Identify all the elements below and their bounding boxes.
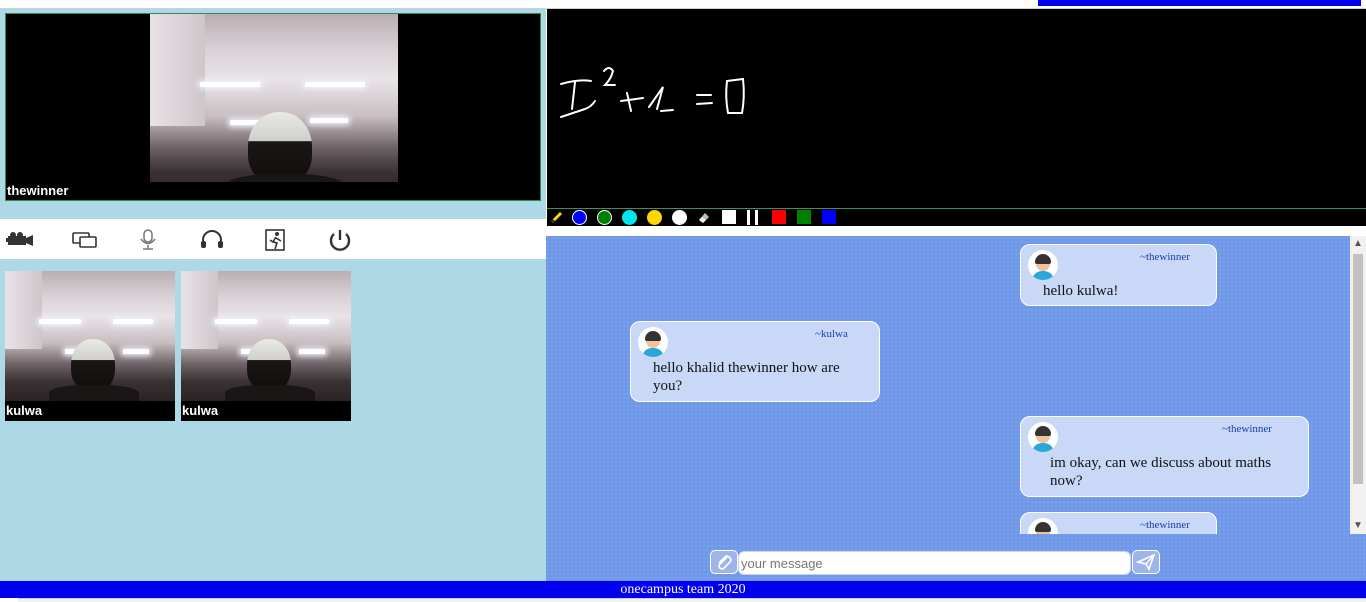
eraser-icon xyxy=(699,213,709,223)
user-avatar-icon xyxy=(1028,422,1058,452)
paperclip-icon xyxy=(718,555,732,570)
power-button[interactable] xyxy=(325,227,355,253)
chat-scrollbar[interactable]: ▲ ▼ xyxy=(1350,236,1366,534)
main-video-feed xyxy=(150,14,398,200)
whiteboard-canvas[interactable] xyxy=(547,9,1366,209)
message-sender: ~thewinner xyxy=(1140,251,1190,263)
message-text: hello kulwa! xyxy=(1043,283,1119,299)
microphone-button[interactable] xyxy=(133,227,163,253)
color-red-square[interactable] xyxy=(772,210,786,224)
screen-share-icon xyxy=(72,232,97,248)
user-avatar-icon xyxy=(638,327,668,357)
send-button[interactable] xyxy=(1132,550,1160,574)
eraser-tool[interactable] xyxy=(697,210,712,225)
chat-panel: ~thewinner hello kulwa! ~kulwa hello kha… xyxy=(546,236,1366,581)
screen-share-button[interactable] xyxy=(70,227,100,253)
message-sender: ~thewinner xyxy=(1140,519,1190,531)
microphone-icon xyxy=(140,229,156,250)
participant-name: kulwa xyxy=(181,401,351,421)
participant-video-feed xyxy=(181,271,351,401)
participant-video-feed xyxy=(5,271,175,401)
attach-file-button[interactable] xyxy=(710,550,738,574)
pencil-icon xyxy=(550,211,563,224)
color-yellow[interactable] xyxy=(647,210,662,225)
call-controls xyxy=(0,219,546,259)
message-sender: ~kulwa xyxy=(815,328,848,340)
participant-name: kulwa xyxy=(5,401,175,421)
chat-message: ~thewinner hello kulwa! xyxy=(1020,244,1217,306)
message-text: im okay, can we discuss about maths now? xyxy=(1050,455,1272,489)
user-avatar-icon xyxy=(1028,250,1058,280)
camera-toggle-button[interactable] xyxy=(5,227,35,253)
video-camera-icon xyxy=(6,232,33,246)
chat-composer xyxy=(546,545,1366,581)
message-text: hello khalid thewinner how are you? xyxy=(653,360,840,394)
color-cyan[interactable] xyxy=(622,210,637,225)
board-separator xyxy=(547,226,1366,236)
white-square-tool[interactable] xyxy=(722,210,736,224)
chat-message: ~kulwa hello khalid thewinner how are yo… xyxy=(630,321,880,402)
footer-text: onecampus team 2020 xyxy=(620,582,746,597)
color-blue[interactable] xyxy=(572,210,587,225)
color-green[interactable] xyxy=(597,210,612,225)
leave-room-button[interactable] xyxy=(261,227,291,253)
video-panel: thewinner kulwa kulwa xyxy=(0,9,546,581)
power-icon xyxy=(329,230,351,251)
message-sender: ~thewinner xyxy=(1222,423,1272,435)
color-blue-square[interactable] xyxy=(822,210,836,224)
paper-plane-icon xyxy=(1136,553,1156,571)
footer: onecampus team 2020 xyxy=(0,581,1366,598)
whiteboard-toolbar xyxy=(547,209,1366,226)
thick-line-tool[interactable] xyxy=(755,210,758,225)
headphones-button[interactable] xyxy=(197,227,227,253)
scroll-down-arrow-icon[interactable]: ▼ xyxy=(1350,518,1366,534)
scroll-up-arrow-icon[interactable]: ▲ xyxy=(1350,236,1366,252)
main-video-participant-name: thewinner xyxy=(6,182,540,200)
user-avatar-icon xyxy=(1028,518,1058,534)
leave-room-icon xyxy=(265,229,285,251)
participant-thumbnail[interactable]: kulwa xyxy=(181,271,351,421)
message-input[interactable] xyxy=(738,551,1131,575)
headphones-icon xyxy=(201,230,223,248)
scrollbar-thumb[interactable] xyxy=(1353,254,1363,484)
whiteboard-drawing xyxy=(560,67,745,118)
color-green-square[interactable] xyxy=(797,210,811,224)
chat-message: ~thewinner im okay, can we discuss about… xyxy=(1020,416,1309,497)
chat-messages[interactable]: ~thewinner hello kulwa! ~kulwa hello kha… xyxy=(546,236,1350,534)
thin-line-tool[interactable] xyxy=(747,210,750,225)
color-white[interactable] xyxy=(672,210,687,225)
pencil-tool[interactable] xyxy=(550,210,565,225)
bottom-scrollbar[interactable] xyxy=(18,598,1366,602)
participant-thumbnail[interactable]: kulwa xyxy=(5,271,175,421)
main-video[interactable]: thewinner xyxy=(5,13,541,201)
chat-message: ~thewinner xyxy=(1020,512,1217,534)
top-progress-bar xyxy=(1038,0,1361,6)
